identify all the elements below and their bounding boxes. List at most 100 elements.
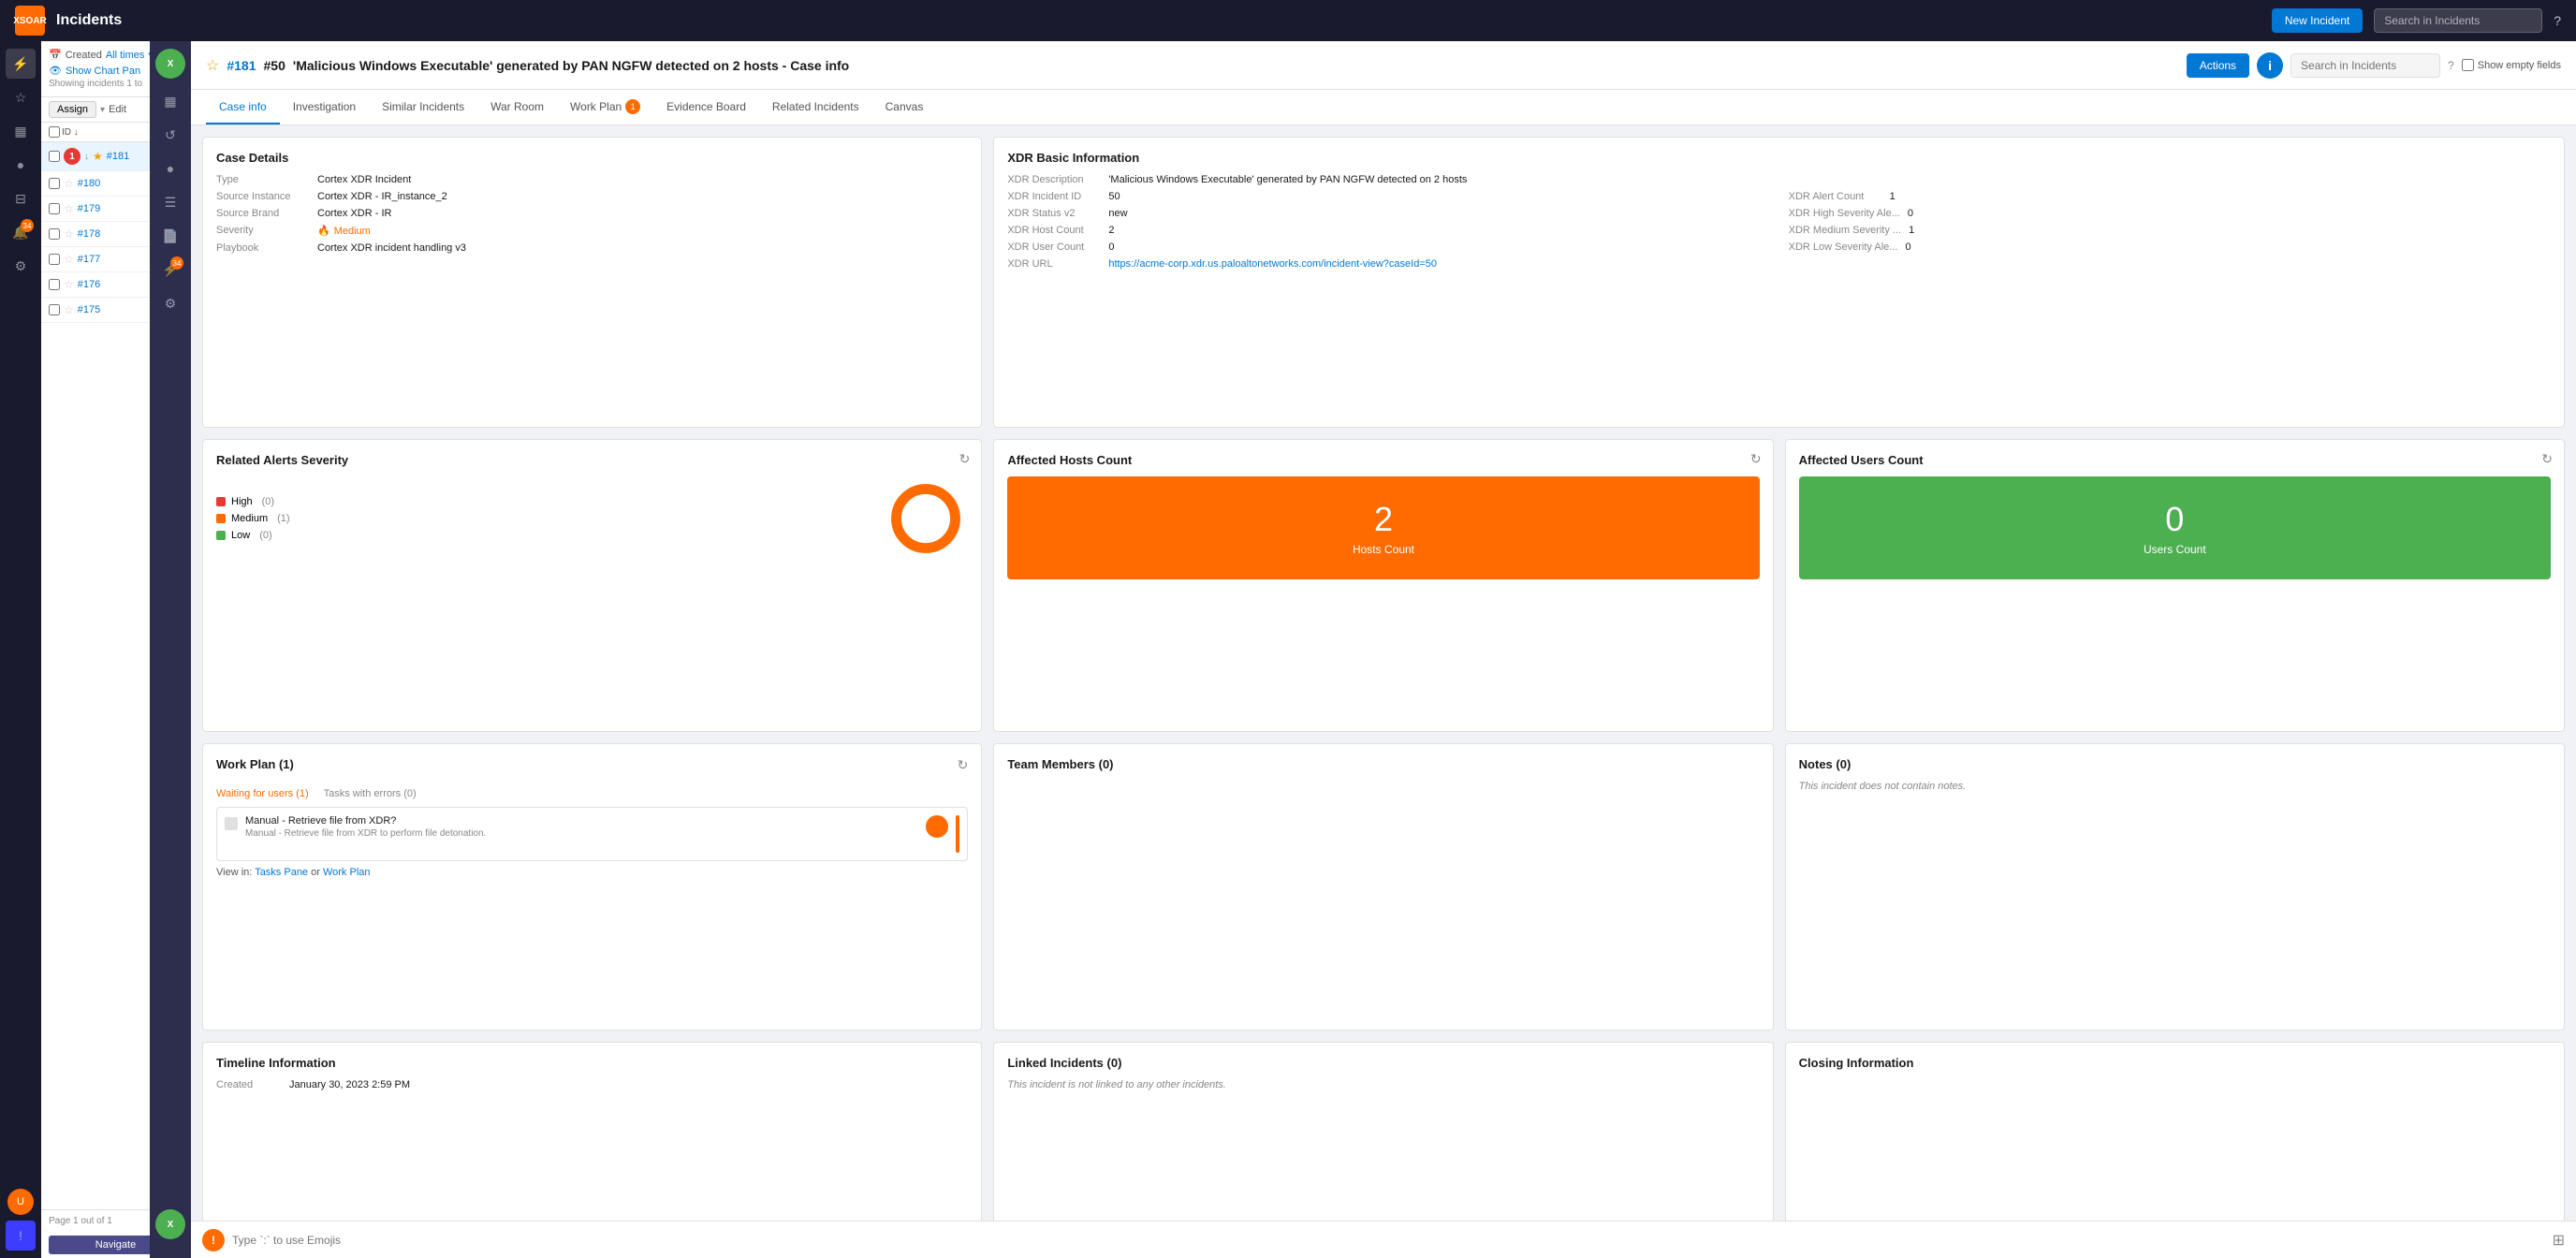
incident-checkbox-180[interactable] bbox=[49, 178, 60, 189]
tab-work-plan[interactable]: Work Plan 1 bbox=[557, 90, 653, 125]
high-dot bbox=[216, 497, 226, 506]
show-empty-checkbox[interactable] bbox=[2462, 59, 2474, 71]
second-sidebar-history[interactable]: ↺ bbox=[155, 120, 185, 150]
incident-star-179[interactable]: ☆ bbox=[64, 202, 74, 215]
hosts-count-refresh[interactable]: ↻ bbox=[1750, 451, 1762, 467]
tab-related-incidents[interactable]: Related Incidents bbox=[759, 91, 872, 124]
second-badge: 34 bbox=[170, 256, 183, 270]
sidebar-item-filter[interactable]: ⊟ bbox=[6, 183, 36, 213]
sidebar-item-settings[interactable]: ⚙ bbox=[6, 251, 36, 281]
select-all-checkbox[interactable] bbox=[49, 126, 60, 138]
waiting-link[interactable]: Waiting for users (1) bbox=[216, 788, 309, 799]
incident-star-header[interactable]: ☆ bbox=[206, 56, 219, 75]
tab-canvas[interactable]: Canvas bbox=[872, 91, 937, 124]
incident-checkbox-178[interactable] bbox=[49, 228, 60, 240]
assign-button[interactable]: Assign bbox=[49, 101, 96, 118]
incident-num-176[interactable]: #176 bbox=[78, 279, 100, 290]
incident-num-179[interactable]: #179 bbox=[78, 203, 100, 214]
top-search-input[interactable] bbox=[2374, 8, 2542, 33]
incident-star-178[interactable]: ☆ bbox=[64, 227, 74, 241]
sidebar-item-help[interactable]: ! bbox=[6, 1221, 36, 1251]
top-help-icon[interactable]: ? bbox=[2554, 13, 2561, 28]
tab-war-room[interactable]: War Room bbox=[477, 91, 557, 124]
tab-investigation[interactable]: Investigation bbox=[280, 91, 369, 124]
flame-icon: 🔥 bbox=[317, 225, 330, 237]
detail-search-input[interactable] bbox=[2291, 53, 2440, 78]
incident-num-header: #50 bbox=[264, 58, 285, 73]
tab-similar-incidents[interactable]: Similar Incidents bbox=[369, 91, 477, 124]
incident-num-177[interactable]: #177 bbox=[78, 254, 100, 265]
chat-input[interactable] bbox=[232, 1234, 2545, 1247]
tabs-bar: Case info Investigation Similar Incident… bbox=[191, 90, 2576, 125]
id-sort-label[interactable]: ID ↓ bbox=[62, 127, 79, 138]
high-count: (0) bbox=[262, 496, 274, 507]
tab-case-info[interactable]: Case info bbox=[206, 91, 280, 124]
second-sidebar-avatar[interactable]: X bbox=[155, 1209, 185, 1239]
donut-chart bbox=[884, 476, 968, 561]
incident-star-181[interactable]: ★ bbox=[93, 150, 103, 163]
incident-num-180[interactable]: #180 bbox=[78, 178, 100, 189]
users-count-refresh[interactable]: ↻ bbox=[2541, 451, 2553, 467]
chat-expand-icon[interactable]: ⊞ bbox=[2553, 1231, 2565, 1250]
second-sidebar-list[interactable]: ☰ bbox=[155, 187, 185, 217]
second-sidebar-file[interactable]: 📄 bbox=[155, 221, 185, 251]
users-count-card: Affected Users Count ↻ 0 Users Count bbox=[1785, 439, 2565, 732]
sidebar-item-star[interactable]: ☆ bbox=[6, 82, 36, 112]
calendar-icon: 📅 bbox=[49, 49, 62, 61]
severity-label: Severity bbox=[216, 225, 310, 236]
second-sidebar-filter[interactable]: ▦ bbox=[155, 86, 185, 116]
xdr-med-sev-label: XDR Medium Severity ... bbox=[1789, 225, 1901, 236]
incident-checkbox-179[interactable] bbox=[49, 203, 60, 214]
second-sidebar-lightning[interactable]: ⚡34 bbox=[155, 255, 185, 285]
sidebar-item-notifications[interactable]: 🔔34 bbox=[6, 217, 36, 247]
incident-checkbox-177[interactable] bbox=[49, 254, 60, 265]
incident-checkbox-176[interactable] bbox=[49, 279, 60, 290]
incident-star-177[interactable]: ☆ bbox=[64, 253, 74, 266]
edit-button[interactable]: Edit bbox=[109, 104, 126, 115]
incident-num-175[interactable]: #175 bbox=[78, 304, 100, 315]
related-alerts-refresh[interactable]: ↻ bbox=[959, 451, 971, 467]
eye-icon: 👁 bbox=[49, 65, 62, 77]
xdr-url-label: XDR URL bbox=[1007, 258, 1101, 270]
work-plan-refresh[interactable]: ↻ bbox=[958, 757, 969, 781]
left-sidebar: ⚡ ☆ ▦ ● ⊟ 🔔34 ⚙ U ! bbox=[0, 41, 41, 1258]
team-members-card: Team Members (0) bbox=[993, 743, 1773, 1031]
sidebar-item-avatar[interactable]: U bbox=[6, 1187, 36, 1217]
medium-count: (1) bbox=[277, 513, 289, 524]
actions-button[interactable]: Actions bbox=[2187, 53, 2249, 78]
incident-star-176[interactable]: ☆ bbox=[64, 278, 74, 291]
incident-num-181[interactable]: #181 bbox=[107, 151, 129, 162]
sidebar-item-face[interactable]: ● bbox=[6, 150, 36, 180]
work-plan-card: Work Plan (1) ↻ Waiting for users (1) Ta… bbox=[202, 743, 982, 1031]
info-button[interactable]: i bbox=[2257, 52, 2283, 79]
xdr-host-count-label: XDR Host Count bbox=[1007, 225, 1101, 236]
closing-info-title: Closing Information bbox=[1799, 1056, 2551, 1070]
xdr-alert-count-label: XDR Alert Count bbox=[1789, 191, 1882, 202]
second-sidebar-face[interactable]: ● bbox=[155, 154, 185, 183]
sidebar-item-incidents[interactable]: ⚡ bbox=[6, 49, 36, 79]
top-bar: XSOAR Incidents New Incident ? bbox=[0, 0, 2576, 41]
errors-link[interactable]: Tasks with errors (0) bbox=[324, 788, 417, 799]
new-incident-button[interactable]: New Incident bbox=[2272, 8, 2363, 33]
source-instance-value: Cortex XDR - IR_instance_2 bbox=[317, 191, 447, 202]
sidebar-item-dashboard[interactable]: ▦ bbox=[6, 116, 36, 146]
detail-header: ☆ #181 #50 'Malicious Windows Executable… bbox=[191, 41, 2576, 90]
chat-bar: ! ⊞ bbox=[191, 1221, 2576, 1258]
detail-help-icon[interactable]: ? bbox=[2448, 59, 2454, 72]
incident-checkbox-181[interactable] bbox=[49, 151, 60, 162]
show-empty-label[interactable]: Show empty fields bbox=[2462, 59, 2561, 71]
incident-star-175[interactable]: ☆ bbox=[64, 303, 74, 316]
assign-chevron[interactable]: ▾ bbox=[100, 105, 105, 115]
work-plan-link[interactable]: Work Plan bbox=[323, 867, 371, 878]
incident-checkbox-175[interactable] bbox=[49, 304, 60, 315]
second-sidebar-gear[interactable]: ⚙ bbox=[155, 288, 185, 318]
filter-value[interactable]: All times bbox=[106, 50, 145, 61]
work-plan-badge: 1 bbox=[625, 99, 640, 114]
low-count: (0) bbox=[259, 530, 271, 541]
xdr-url-value[interactable]: https://acme-corp.xdr.us.paloaltonetwork… bbox=[1108, 258, 1437, 270]
tab-evidence-board[interactable]: Evidence Board bbox=[653, 91, 759, 124]
incident-star-180[interactable]: ☆ bbox=[64, 177, 74, 190]
task-icon bbox=[225, 817, 238, 830]
tasks-pane-link[interactable]: Tasks Pane bbox=[255, 867, 308, 878]
incident-num-178[interactable]: #178 bbox=[78, 228, 100, 240]
